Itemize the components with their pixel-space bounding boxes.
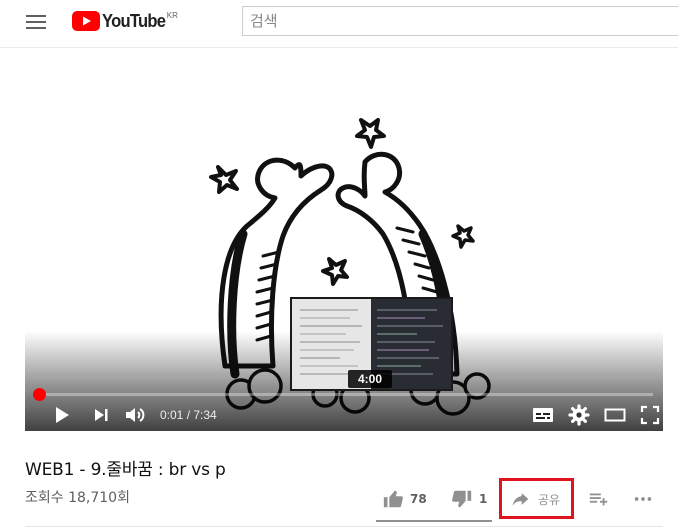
fullscreen-icon[interactable] xyxy=(638,403,662,427)
youtube-play-logo-icon xyxy=(72,11,100,31)
add-to-playlist-icon xyxy=(589,493,608,506)
masthead-divider xyxy=(0,47,678,48)
video-title: WEB1 - 9.줄바꿈 : br vs p xyxy=(25,460,226,480)
view-count: 조회수 18,710회 xyxy=(25,490,130,506)
guide-menu-icon[interactable] xyxy=(22,10,50,34)
logo-region: KR xyxy=(166,11,178,20)
time-separator: / xyxy=(183,408,194,422)
player-controls: 0:01 / 7:34 xyxy=(25,399,663,431)
share-highlight-box xyxy=(499,478,574,519)
dislike-count: 1 xyxy=(479,492,488,506)
save-to-playlist-button[interactable] xyxy=(588,486,610,512)
thumb-up-icon xyxy=(383,490,403,508)
dislike-button[interactable]: 1 xyxy=(451,486,487,512)
theater-mode-icon[interactable] xyxy=(603,403,627,427)
sentiment-bar xyxy=(376,520,492,522)
current-time: 0:01 xyxy=(160,408,184,422)
search-box[interactable] xyxy=(242,6,678,36)
video-player[interactable]: 4:00 0:01 / 7:34 xyxy=(25,56,663,431)
like-count: 78 xyxy=(410,492,427,506)
play-icon[interactable] xyxy=(49,403,73,427)
masthead: YouTube KR xyxy=(0,0,678,44)
settings-icon[interactable] xyxy=(567,403,591,427)
info-divider xyxy=(25,526,663,527)
time-display: 0:01 / 7:34 xyxy=(160,408,217,422)
subtitles-icon[interactable] xyxy=(531,403,555,427)
preview-timestamp: 4:00 xyxy=(348,370,392,388)
like-button[interactable]: 78 xyxy=(382,486,427,512)
progress-bar[interactable] xyxy=(35,393,653,396)
more-actions-button[interactable] xyxy=(632,486,654,512)
thumb-down-icon xyxy=(452,490,472,508)
search-input[interactable] xyxy=(243,7,678,35)
volume-icon[interactable] xyxy=(123,403,147,427)
logo-text: YouTube xyxy=(102,11,166,31)
youtube-logo[interactable]: YouTube KR xyxy=(72,10,178,32)
next-icon[interactable] xyxy=(89,403,113,427)
duration: 7:34 xyxy=(193,408,217,422)
more-horizontal-icon xyxy=(634,497,652,501)
